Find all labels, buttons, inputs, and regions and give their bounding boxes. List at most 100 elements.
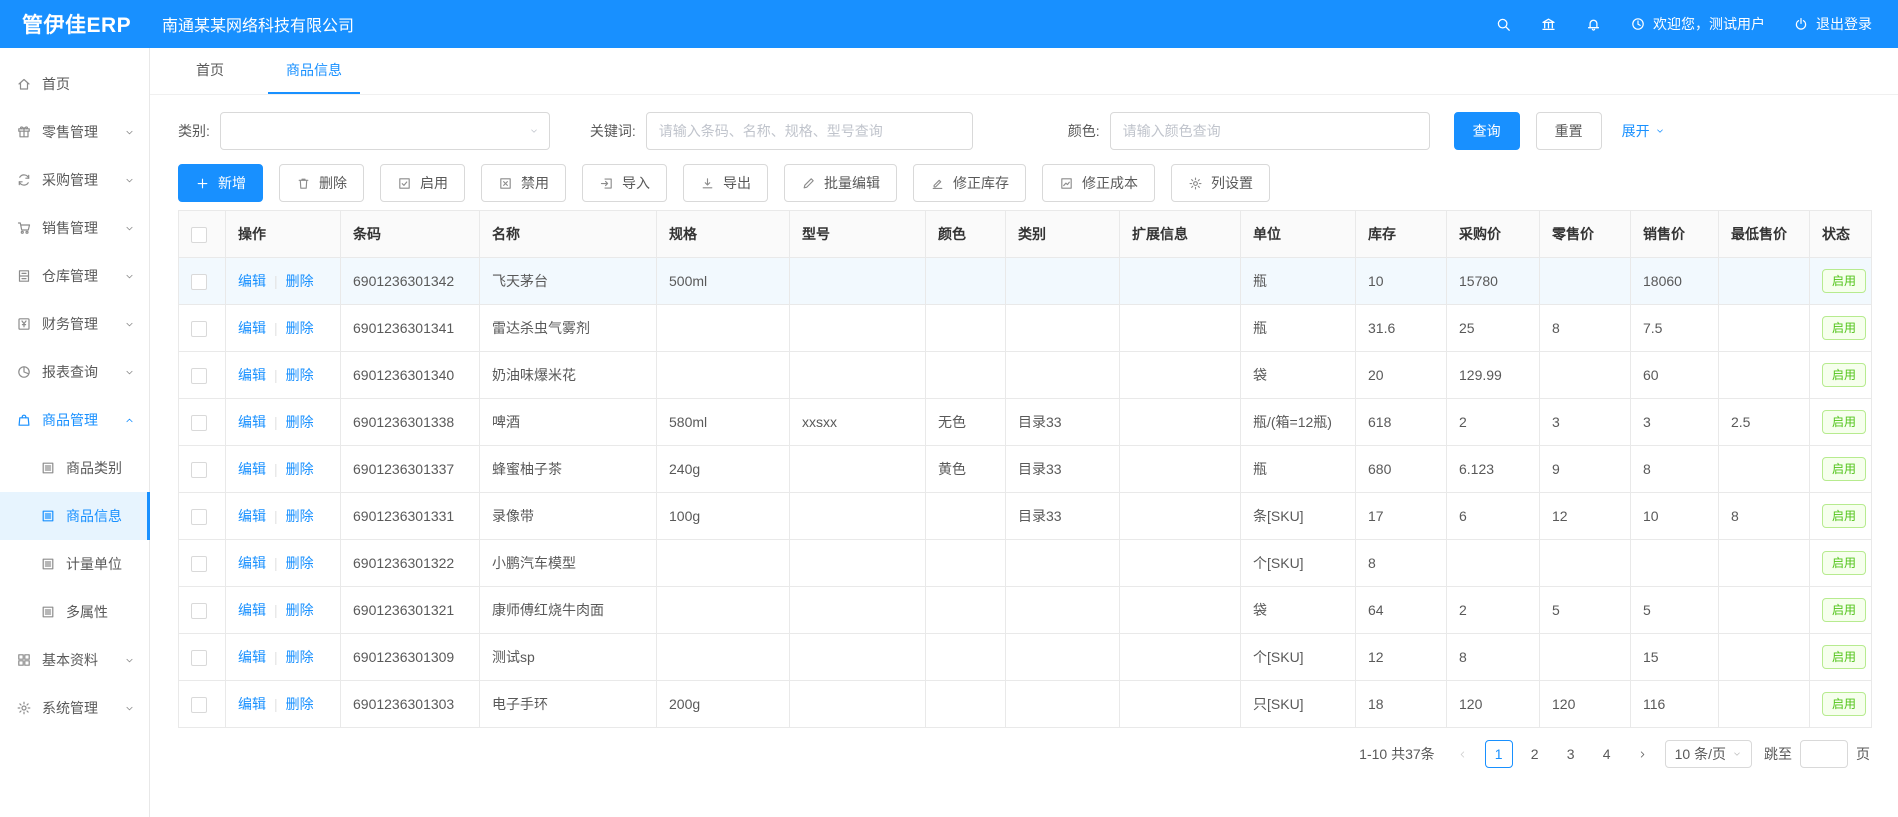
delete-button[interactable]: 删除 (279, 164, 364, 202)
sidebar-item-retail[interactable]: 零售管理 (0, 108, 149, 156)
delete-link[interactable]: 删除 (286, 508, 314, 524)
edit-link[interactable]: 编辑 (238, 649, 266, 665)
import-button[interactable]: 导入 (582, 164, 667, 202)
page-button-2[interactable]: 2 (1521, 740, 1549, 768)
chevron-down-icon (1655, 126, 1665, 136)
disable-button[interactable]: 禁用 (481, 164, 566, 202)
cell-color (926, 258, 1006, 305)
cell-barcode: 6901236301322 (341, 540, 480, 587)
sidebar-item-finance[interactable]: 财务管理 (0, 300, 149, 348)
edit-link[interactable]: 编辑 (238, 320, 266, 336)
edit-line-icon (930, 176, 945, 191)
delete-link[interactable]: 删除 (286, 649, 314, 665)
prev-page-button[interactable] (1449, 740, 1477, 768)
row-checkbox[interactable] (191, 321, 207, 337)
delete-link[interactable]: 删除 (286, 696, 314, 712)
page-size-select[interactable]: 10 条/页 (1665, 740, 1752, 768)
row-checkbox[interactable] (191, 603, 207, 619)
cell-name: 康师傅红烧牛肉面 (480, 587, 657, 634)
page-button-1[interactable]: 1 (1485, 740, 1513, 768)
row-checkbox[interactable] (191, 415, 207, 431)
goods-icon (16, 412, 32, 428)
edit-link[interactable]: 编辑 (238, 273, 266, 289)
edit-link[interactable]: 编辑 (238, 555, 266, 571)
edit-link[interactable]: 编辑 (238, 696, 266, 712)
sidebar-item-goods-info[interactable]: 商品信息 (0, 492, 149, 540)
sales-icon (16, 220, 32, 236)
batch-edit-button[interactable]: 批量编辑 (784, 164, 897, 202)
cell-barcode: 6901236301309 (341, 634, 480, 681)
row-checkbox[interactable] (191, 509, 207, 525)
sidebar-item-warehouse[interactable]: 仓库管理 (0, 252, 149, 300)
sidebar-item-goods-category[interactable]: 商品类别 (0, 444, 149, 492)
cell-purchase_price: 8 (1447, 634, 1540, 681)
row-checkbox[interactable] (191, 556, 207, 572)
fix-cost-button[interactable]: 修正成本 (1042, 164, 1155, 202)
cell-model (790, 493, 926, 540)
fix-stock-button[interactable]: 修正库存 (913, 164, 1026, 202)
delete-link[interactable]: 删除 (286, 367, 314, 383)
sidebar-item-home[interactable]: 首页 (0, 60, 149, 108)
cell-sale_price: 60 (1631, 352, 1719, 399)
report-icon (16, 364, 32, 380)
cell-purchase_price (1447, 540, 1540, 587)
edit-link[interactable]: 编辑 (238, 414, 266, 430)
cell-min_price (1719, 634, 1810, 681)
edit-link[interactable]: 编辑 (238, 602, 266, 618)
expand-link[interactable]: 展开 (1622, 121, 1665, 141)
cell-ext (1120, 634, 1241, 681)
row-checkbox[interactable] (191, 650, 207, 666)
sidebar-item-goods[interactable]: 商品管理 (0, 396, 149, 444)
notifications-button[interactable] (1585, 16, 1602, 33)
chevron-down-icon (124, 271, 135, 282)
sidebar-item-sales[interactable]: 销售管理 (0, 204, 149, 252)
next-page-button[interactable] (1629, 740, 1657, 768)
row-checkbox[interactable] (191, 462, 207, 478)
organization-button[interactable] (1540, 16, 1557, 33)
keyword-input[interactable] (646, 112, 973, 150)
cell-color (926, 681, 1006, 728)
check-square-icon (397, 176, 412, 191)
reset-button[interactable]: 重置 (1536, 112, 1602, 150)
sidebar-item-system[interactable]: 系统管理 (0, 684, 149, 732)
sidebar-item-purchase[interactable]: 采购管理 (0, 156, 149, 204)
cell-sale_price: 15 (1631, 634, 1719, 681)
row-checkbox[interactable] (191, 368, 207, 384)
jump-input[interactable] (1800, 740, 1848, 768)
sidebar-item-multi-attr[interactable]: 多属性 (0, 588, 149, 636)
delete-link[interactable]: 删除 (286, 602, 314, 618)
cell-ext (1120, 258, 1241, 305)
color-input[interactable] (1110, 112, 1430, 150)
table-row: 编辑|删除6901236301321康师傅红烧牛肉面袋64255启用 (179, 587, 1872, 634)
page-button-4[interactable]: 4 (1593, 740, 1621, 768)
edit-link[interactable]: 编辑 (238, 508, 266, 524)
category-select[interactable] (220, 112, 550, 150)
delete-link[interactable]: 删除 (286, 555, 314, 571)
delete-link[interactable]: 删除 (286, 414, 314, 430)
edit-link[interactable]: 编辑 (238, 367, 266, 383)
welcome-user[interactable]: 欢迎您，测试用户 (1630, 14, 1765, 34)
sidebar-item-unit[interactable]: 计量单位 (0, 540, 149, 588)
delete-link[interactable]: 删除 (286, 461, 314, 477)
column-settings-button[interactable]: 列设置 (1171, 164, 1270, 202)
trash-icon (296, 176, 311, 191)
add-button[interactable]: 新增 (178, 164, 263, 202)
delete-link[interactable]: 删除 (286, 320, 314, 336)
tab-goods-info[interactable]: 商品信息 (268, 60, 360, 94)
export-button[interactable]: 导出 (683, 164, 768, 202)
tab-home[interactable]: 首页 (178, 60, 242, 94)
cell-category (1006, 352, 1120, 399)
sidebar-item-report[interactable]: 报表查询 (0, 348, 149, 396)
logout-button[interactable]: 退出登录 (1793, 14, 1872, 34)
delete-link[interactable]: 删除 (286, 273, 314, 289)
enable-button[interactable]: 启用 (380, 164, 465, 202)
cell-barcode: 6901236301337 (341, 446, 480, 493)
row-checkbox[interactable] (191, 274, 207, 290)
select-all-checkbox[interactable] (191, 227, 207, 243)
search-submit-button[interactable]: 查询 (1454, 112, 1520, 150)
page-button-3[interactable]: 3 (1557, 740, 1585, 768)
search-button[interactable] (1495, 16, 1512, 33)
edit-link[interactable]: 编辑 (238, 461, 266, 477)
sidebar-item-basic[interactable]: 基本资料 (0, 636, 149, 684)
row-checkbox[interactable] (191, 697, 207, 713)
